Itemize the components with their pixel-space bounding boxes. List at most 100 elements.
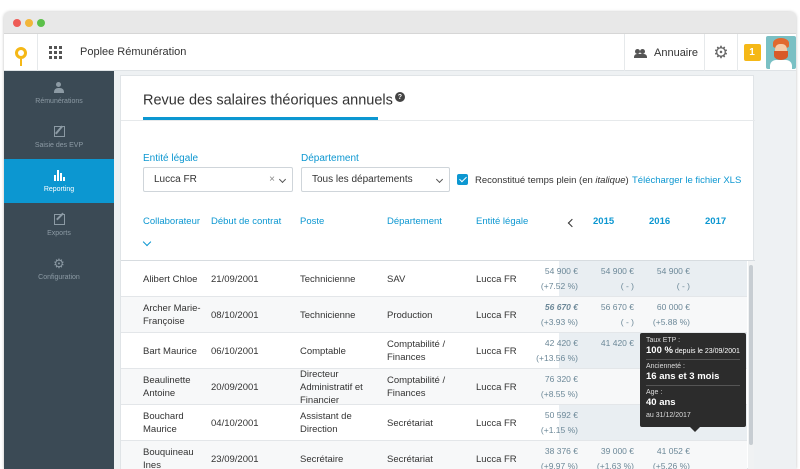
tooltip-age-date: au 31/12/2017 [646,412,691,419]
column-header-year-2015: 2015 [593,216,615,227]
cell-salary-2015[interactable]: 76 320 € (+8.55 %) [516,372,578,402]
column-header-collaborateur[interactable]: Collaborateur [143,216,200,227]
cell-entite-legale: Lucca FR [476,310,517,321]
entity-filter-label: Entité légale [143,153,199,164]
people-icon [634,48,647,58]
cell-debut-contrat: 06/10/2001 [211,346,259,357]
cell-poste: Technicienne [300,274,356,285]
cell-entite-legale: Lucca FR [476,382,517,393]
cell-salary-2017[interactable]: 60 000 € (+5.88 %) [628,300,690,330]
cell-collaborateur: Archer Marie- Françoise [143,303,201,327]
download-xls-link[interactable]: Télécharger le fichier XLS [632,175,741,186]
cell-salary-2015[interactable]: 38 376 € (+9.97 %) [516,444,578,469]
cell-departement: Secrétariat [387,454,433,465]
tooltip-etp-label: Taux ETP : [646,337,681,344]
cell-salary-2016[interactable]: 56 670 €( - ) [572,300,634,330]
cell-debut-contrat: 08/10/2001 [211,310,259,321]
cell-poste: Assistant de Direction [300,411,352,435]
clear-icon[interactable]: × [269,174,275,185]
table-row[interactable]: Alibert Chloe 21/09/2001 Technicienne SAV Lu… [121,261,747,297]
chevron-down-icon [278,175,287,184]
user-avatar[interactable] [766,36,796,69]
minimize-window-button[interactable] [25,19,33,27]
column-header-debut-contrat[interactable]: Début de contrat [211,216,281,227]
cell-collaborateur: Beaulinette Antoine [143,375,191,399]
tooltip-seniority-label: Ancienneté : [646,363,685,370]
sidebar-item-label: Rémunérations [35,97,83,105]
app-logo[interactable] [4,34,38,71]
settings-button[interactable]: ⚙ [704,34,737,71]
cell-departement: Comptabilité / Finances [387,375,446,399]
cell-debut-contrat: 20/09/2001 [211,382,259,393]
sort-chevron-icon[interactable] [142,237,152,247]
chevron-down-icon [435,175,444,184]
cell-poste: Secrétaire [300,454,344,465]
cell-salary-2015[interactable]: 56 670 € (+3.93 %) [516,300,578,330]
department-select[interactable]: Tous les départements [301,167,450,192]
cell-departement: Production [387,310,433,321]
cell-poste: Technicienne [300,310,356,321]
previous-years-chevron-icon[interactable] [567,218,577,228]
sidebar-item-label: Configuration [38,273,80,281]
cell-entite-legale: Lucca FR [476,346,517,357]
entity-select-value: Lucca FR [154,174,197,185]
scrollbar-thumb[interactable] [749,265,753,445]
sidebar-item-remunerations[interactable]: Rémunérations [4,71,114,115]
column-header-entite-legale[interactable]: Entité légale [476,216,528,227]
cell-salary-2015[interactable]: 50 592 € (+1.15 %) [516,408,578,438]
column-header-year-2017: 2017 [705,216,727,227]
employee-tooltip: Taux ETP : 100 % depuis le 23/09/2001 An… [640,333,746,432]
cell-debut-contrat: 21/09/2001 [211,274,259,285]
annuaire-label: Annuaire [654,46,699,59]
table-scrollbar[interactable] [748,261,754,469]
sidebar-item-configuration[interactable]: ⚙ Configuration [4,247,114,291]
gear-icon: ⚙ [53,255,65,271]
cell-salary-2017[interactable]: 54 900 €( - ) [628,264,690,294]
column-header-year-2016: 2016 [649,216,671,227]
annuaire-button[interactable]: Annuaire [624,34,704,71]
sidebar-item-exports[interactable]: Exports [4,203,114,247]
bar-chart-icon [53,169,65,181]
table-row[interactable]: Bouquineau Ines 23/09/2001 Secrétaire Secrét… [121,441,747,469]
page-title: Revue des salaires théoriques annuels? [143,92,405,109]
tooltip-seniority-value: 16 ans et 3 mois [646,371,720,382]
cell-salary-2017[interactable]: 41 052 € (+5.26 %) [628,444,690,469]
cell-collaborateur: Alibert Chloe [143,274,198,285]
fulltime-checkbox-label: Reconstitué temps plein (en italique) [475,175,629,186]
lucca-logo-icon [14,46,27,66]
tooltip-age-value: 40 ans [646,397,676,408]
cell-salary-2015[interactable]: 54 900 € (+7.52 %) [516,264,578,294]
cell-collaborateur: Bart Maurice [143,346,197,357]
notifications-button[interactable]: 1 [737,34,766,71]
maximize-window-button[interactable] [37,19,45,27]
sidebar-item-label: Exports [47,229,71,237]
cell-salary-2016[interactable]: 39 000 € (+1.63 %) [572,444,634,469]
tooltip-age-label: Age : [646,389,663,396]
close-window-button[interactable] [13,19,21,27]
entity-select[interactable]: Lucca FR × [143,167,293,192]
apps-menu-button[interactable] [38,34,72,71]
cell-poste: Comptable [300,346,346,357]
cell-debut-contrat: 23/09/2001 [211,454,259,465]
column-header-departement[interactable]: Département [387,216,442,227]
cell-salary-2015[interactable]: 42 420 € (+13.56 %) [516,336,578,366]
grid-icon [48,46,62,59]
department-filter-label: Département [301,153,359,164]
cell-salary-2016[interactable]: 41 420 € [572,336,634,351]
sidebar-item-label: Reporting [43,185,75,193]
title-bar [4,12,796,34]
fulltime-checkbox[interactable] [457,174,468,185]
sidebar-item-saisie-evp[interactable]: Saisie des EVP [4,115,114,159]
cell-departement: SAV [387,274,406,285]
table-row[interactable]: Archer Marie- Françoise 08/10/2001 Technici… [121,297,747,333]
department-select-value: Tous les départements [312,174,413,185]
export-icon [53,213,65,225]
cell-salary-2016[interactable]: 54 900 €( - ) [572,264,634,294]
cell-entite-legale: Lucca FR [476,454,517,465]
column-header-poste[interactable]: Poste [300,216,324,227]
sidebar-item-label: Saisie des EVP [34,141,84,149]
edit-icon [53,125,65,137]
help-icon[interactable]: ? [394,92,405,102]
cell-collaborateur: Bouquineau Ines [143,447,194,469]
sidebar-item-reporting[interactable]: Reporting [4,159,114,203]
